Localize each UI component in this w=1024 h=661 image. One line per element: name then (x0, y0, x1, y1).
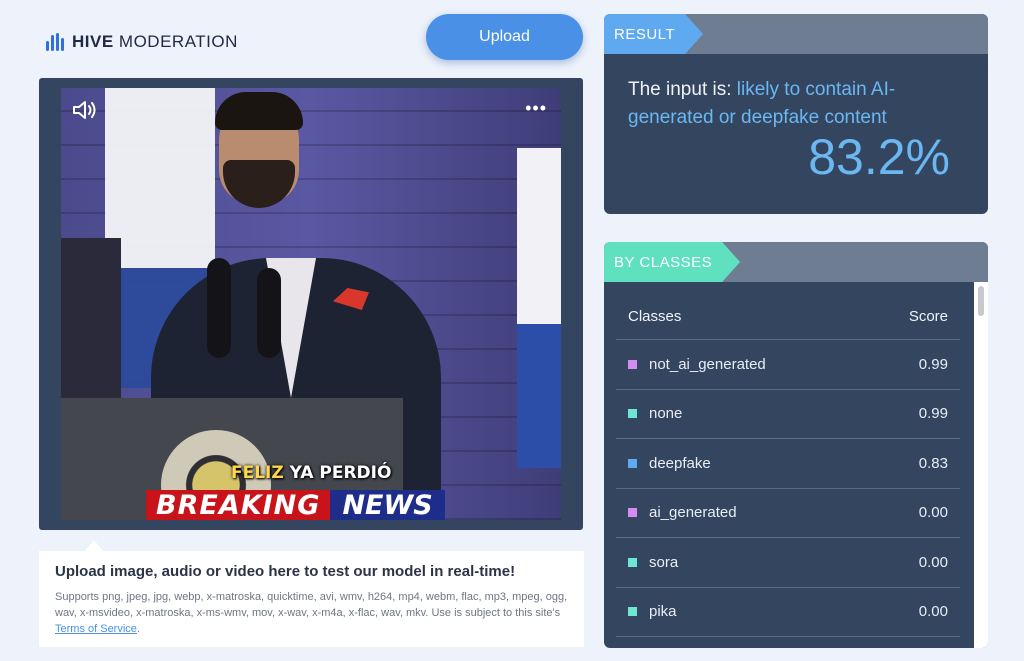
class-label: deepfake (628, 455, 711, 472)
scrollbar[interactable] (974, 282, 988, 648)
classes-table: Classes Score not_ai_generated 0.99 none 0.… (616, 298, 960, 637)
class-label: sora (628, 554, 678, 571)
class-label: none (628, 405, 682, 422)
class-name: pika (649, 603, 677, 621)
class-label: ai_generated (628, 504, 737, 521)
class-name: ai_generated (649, 504, 737, 522)
table-header: Classes Score (616, 298, 960, 340)
result-text: The input is: likely to contain AI-gener… (628, 79, 896, 128)
class-name: deepfake (649, 454, 711, 472)
class-name: sora (649, 553, 679, 571)
class-label: not_ai_generated (628, 356, 766, 373)
class-color-swatch (628, 359, 637, 369)
class-color-swatch (628, 607, 637, 617)
classes-card: BY CLASSES Classes Score not_ai_generate… (604, 242, 988, 648)
class-score: 0.99 (918, 355, 948, 373)
hive-logo[interactable]: HIVE MODERATION (46, 32, 238, 52)
result-card: RESULT The input is: likely to contain A… (604, 14, 988, 214)
speaker-icon[interactable] (71, 98, 99, 122)
hive-logo-icon (46, 33, 64, 51)
class-color-swatch (628, 458, 637, 468)
info-title: Upload image, audio or video here to tes… (55, 563, 516, 580)
table-row: none 0.99 (616, 390, 960, 439)
upload-button[interactable]: Upload (426, 14, 583, 60)
result-score: 83.2% (808, 129, 950, 185)
column-header-classes: Classes (628, 308, 682, 325)
class-score: 0.83 (918, 454, 948, 472)
class-color-swatch (628, 409, 637, 419)
brand-name: HIVE MODERATION (72, 32, 238, 51)
media-preview-panel: FELIZ YA PERDIÓ BREAKING NEWS ••• (39, 78, 583, 530)
classes-table-container[interactable]: Classes Score not_ai_generated 0.99 none 0.… (604, 282, 988, 648)
class-score: 0.00 (918, 603, 948, 621)
class-name: none (649, 405, 683, 423)
class-score: 0.99 (918, 405, 948, 423)
video-caption: FELIZ YA PERDIÓ (231, 463, 392, 483)
terms-of-service-link[interactable]: Terms of Service (55, 623, 137, 635)
scrollbar-thumb[interactable] (978, 286, 984, 316)
table-row: not_ai_generated 0.99 (616, 340, 960, 390)
result-tag: RESULT (604, 14, 703, 54)
class-score: 0.00 (918, 504, 948, 522)
column-header-score: Score (908, 308, 948, 325)
class-color-swatch (628, 508, 637, 518)
video-player[interactable]: FELIZ YA PERDIÓ BREAKING NEWS ••• (61, 88, 561, 520)
classes-tag: BY CLASSES (604, 242, 740, 282)
supported-formats: Supports png, jpeg, jpg, webp, x-matrosk… (55, 591, 568, 635)
class-color-swatch (628, 557, 637, 567)
table-row: pika 0.00 (616, 588, 960, 637)
table-row: sora 0.00 (616, 538, 960, 588)
class-name: not_ai_generated (649, 355, 766, 373)
class-score: 0.00 (918, 553, 948, 571)
breaking-news-banner: BREAKING NEWS (146, 490, 476, 520)
more-horizontal-icon[interactable]: ••• (525, 99, 547, 117)
table-row: ai_generated 0.00 (616, 489, 960, 538)
table-row: deepfake 0.83 (616, 439, 960, 489)
upload-info-box: Upload image, audio or video here to tes… (39, 551, 584, 647)
class-label: pika (628, 603, 677, 620)
